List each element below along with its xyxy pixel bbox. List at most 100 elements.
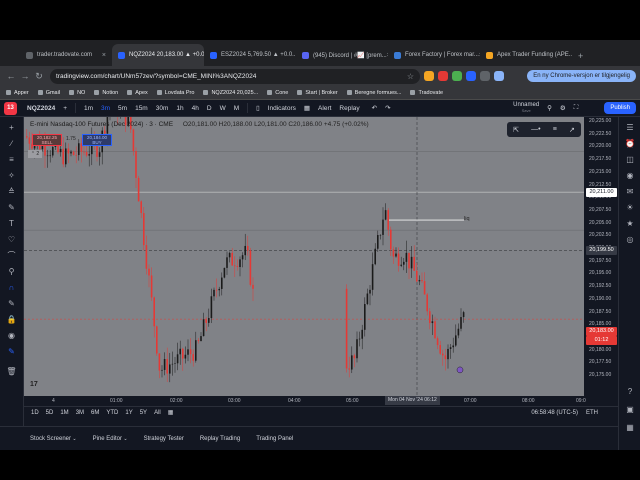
range-1y[interactable]: 1Y [125,410,132,416]
bookmark-item[interactable]: Cone [267,90,288,96]
search-icon[interactable]: ⚲ [547,104,552,112]
bookmark-item[interactable]: Notion [94,90,118,96]
legend-collapse-button[interactable]: ⌃ 2 [28,150,42,158]
extension-icon[interactable] [438,71,448,81]
eye-icon[interactable]: ◉ [6,331,17,341]
notification-avatar[interactable]: 13 [4,101,17,115]
settings-icon[interactable]: ⚙ [560,104,566,112]
projection-icon[interactable]: ≙ [6,187,17,197]
reload-icon[interactable]: ↻ [32,71,46,82]
bookmark-item[interactable]: Apper [6,90,29,96]
interval-5m[interactable]: 5m [118,105,127,112]
replay-button[interactable]: Replay [339,105,359,112]
templates-icon[interactable]: ▦ [304,104,310,112]
interval-1m[interactable]: 1m [84,105,93,112]
trendline-icon[interactable]: ∕ [6,139,17,149]
interval-D[interactable]: D [207,105,212,112]
sell-button[interactable]: 20,182.25 SELL [32,134,62,146]
browser-tab[interactable]: Forex Factory | Forex mar...× [388,44,480,66]
trash-icon[interactable]: 🗑 [6,367,17,377]
browser-tab[interactable]: ESZ2024 5,769.50 ▲ +0.0...× [204,44,296,66]
browser-tab[interactable]: NQZ2024 20,183.00 ▲ +0.0...× [112,44,204,66]
range-5d[interactable]: 5D [46,410,54,416]
range-ytd[interactable]: YTD [106,410,118,416]
brush-icon[interactable]: ✎ [6,203,17,213]
heart-icon[interactable]: ♡ [6,235,17,245]
arrow-icon[interactable]: ↗ [569,126,575,134]
ideas-icon[interactable]: ☀ [624,203,636,213]
extension-icon[interactable] [452,71,462,81]
interval-M[interactable]: M [234,105,239,112]
alert-button[interactable]: Alert [318,105,331,112]
range-1d[interactable]: 1D [31,410,39,416]
forward-icon[interactable]: → [18,71,32,81]
hotlist-icon[interactable]: ◉ [624,171,636,181]
bottom-tab[interactable]: Replay Trading [200,436,240,442]
extension-icon[interactable] [424,71,434,81]
object-tree-icon[interactable]: ▣ [624,405,636,415]
interval-15m[interactable]: 15m [135,105,148,112]
range-6m[interactable]: 6M [91,410,99,416]
fullscreen-icon[interactable]: ⛶ [574,104,579,112]
select-icon[interactable]: ⇱ [513,126,519,134]
bookmark-item[interactable]: NO [69,90,85,96]
interval-W[interactable]: W [220,105,226,112]
bottom-tab[interactable]: Strategy Tester [144,436,184,442]
new-tab-icon[interactable]: + [572,51,589,66]
publish-button[interactable]: Publish [604,102,636,114]
interval-30m[interactable]: 30m [156,105,169,112]
profile-avatar[interactable] [494,71,504,81]
url-field[interactable]: tradingview.com/chart/UNm57zev/?symbol=C… [50,68,420,84]
crosshair-icon[interactable]: + [6,123,17,133]
price-axis[interactable]: 20,225.00 20,222.50 20,220.00 20,217.50 20,2… [584,117,618,396]
add-symbol-icon[interactable]: + [63,105,67,112]
price-chart[interactable]: E-mini Nasdaq-100 Futures (Dec 2024) · 3… [24,117,584,396]
chat-icon[interactable]: ✉ [624,187,636,197]
zoom-icon[interactable]: ⚲ [6,267,17,277]
data-window-icon[interactable]: ▦ [624,423,636,433]
redo-icon[interactable]: ↷ [385,104,390,112]
pencil-lock-icon[interactable]: ✎ [6,299,17,309]
candle-type-icon[interactable]: ▯ [256,104,260,112]
buy-button[interactable]: 20,184.00 BUY [82,134,112,146]
tab-close-icon[interactable]: × [102,52,106,59]
sync-icon[interactable]: ✎ [6,347,17,357]
chrome-update-button[interactable]: En ny Chrome-versjon er tilgjengelig [527,70,636,82]
text-icon[interactable]: T [6,219,17,229]
browser-tab[interactable]: (945) Discord | #📈 [prem...× [296,44,388,66]
range-all[interactable]: All [154,410,161,416]
bookmark-item[interactable]: Tradovate [410,90,443,96]
extension-icon[interactable] [466,71,476,81]
signals-icon[interactable]: ◎ [624,235,636,245]
bottom-tab[interactable]: Trading Panel [256,436,293,442]
layout-name[interactable]: Unnamed Save [513,102,539,114]
help-icon[interactable]: ? [624,387,636,397]
time-axis[interactable]: 401:0002:0003:0004:0005:0006:0007:0008:0… [24,396,618,406]
bookmark-item[interactable]: Apex [127,90,148,96]
pattern-icon[interactable]: ✧ [6,171,17,181]
session-toggle[interactable]: ETH [586,410,598,416]
extension-icon[interactable] [480,71,490,81]
bookmark-item[interactable]: Start | Broker [297,90,337,96]
back-icon[interactable]: ← [4,71,18,81]
fib-icon[interactable]: ≡ [6,155,17,165]
notifications-icon[interactable]: ★ [624,219,636,229]
range-3m[interactable]: 3M [76,410,84,416]
bottom-tab[interactable]: Pine Editor [93,436,128,442]
bookmark-item[interactable]: Lovdata Pro [157,90,195,96]
interval-3m[interactable]: 3m [101,105,110,112]
lock-icon[interactable]: 🔒 [6,315,17,325]
bookmark-item[interactable]: Beregne formues... [347,90,402,96]
date-range-icon[interactable]: ▦ [168,409,174,416]
watchlist-icon[interactable]: ☰ [624,123,636,133]
range-5y[interactable]: 5Y [140,410,147,416]
indicators-button[interactable]: Indicators [268,105,296,112]
lines-icon[interactable]: ≡ [553,126,557,133]
bottom-tab[interactable]: Stock Screener [30,436,77,442]
browser-tab[interactable]: Apex Trader Funding (APE...× [480,44,572,66]
interval-1h[interactable]: 1h [176,105,183,112]
bookmark-item[interactable]: Gmail [38,90,60,96]
browser-tab[interactable]: trader.tradovate.com × [20,44,112,66]
layers-icon[interactable]: ◫ [624,155,636,165]
clock-display[interactable]: 06:58:48 (UTC-5) [531,410,578,416]
